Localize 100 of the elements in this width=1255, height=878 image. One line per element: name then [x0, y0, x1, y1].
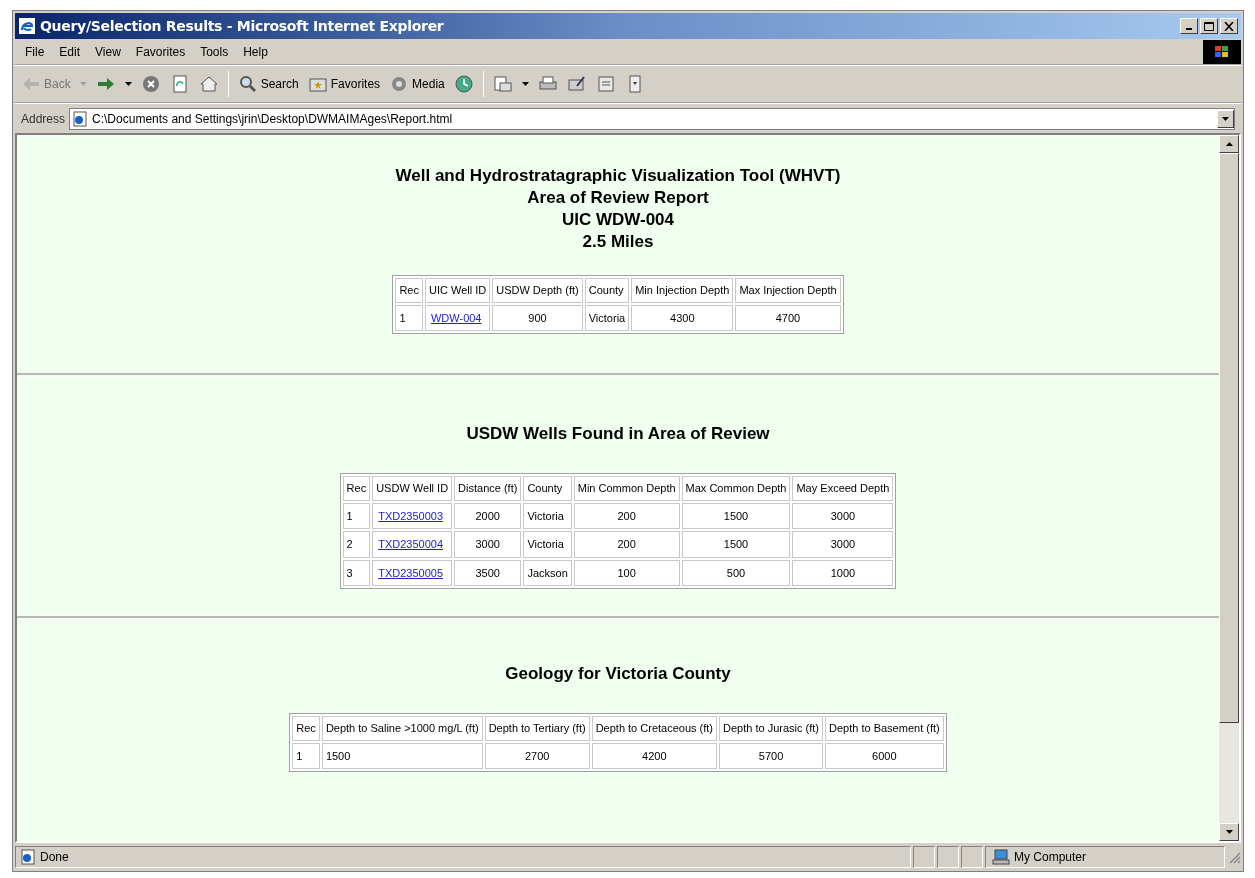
table-cell: Victoria — [523, 502, 572, 529]
table-cell: 200 — [573, 502, 680, 529]
report-heading: USDW Wells Found in Area of Review — [466, 423, 770, 445]
maximize-button[interactable] — [1200, 18, 1218, 34]
column-header: Depth to Tertiary (ft) — [484, 716, 590, 741]
menu-item[interactable]: File — [19, 42, 51, 61]
table-cell: Victoria — [584, 304, 630, 331]
status-pane — [913, 846, 935, 868]
page-icon — [72, 110, 89, 127]
scroll-down-button[interactable] — [1219, 823, 1239, 841]
table-cell: 100 — [573, 559, 680, 586]
minimize-icon — [1186, 28, 1192, 30]
computer-icon — [992, 849, 1010, 865]
zone-text: My Computer — [1014, 849, 1087, 866]
report-heading: 2.5 Miles — [582, 231, 654, 253]
toolbar-button[interactable] — [140, 74, 161, 94]
dropdown-button[interactable] — [1217, 109, 1234, 128]
minimize-button[interactable] — [1180, 18, 1198, 34]
mail-icon — [492, 74, 513, 94]
status-pane — [937, 846, 959, 868]
column-header: County — [523, 476, 572, 501]
column-header: Distance (ft) — [454, 476, 522, 501]
table-cell: 3000 — [792, 502, 894, 529]
address-label: Address — [21, 110, 66, 128]
table-cell: 1000 — [792, 559, 894, 586]
caret-icon — [1222, 116, 1229, 121]
history-icon — [453, 74, 474, 94]
resize-grip-icon — [1227, 850, 1241, 864]
toolbar-button[interactable] — [453, 74, 474, 94]
table-cell: 4700 — [735, 304, 841, 331]
scroll-thumb[interactable] — [1219, 153, 1239, 723]
column-header: Rec — [395, 278, 423, 303]
menu-item[interactable]: Help — [237, 42, 274, 61]
table-cell: 3500 — [454, 559, 522, 586]
toolbar-button[interactable] — [198, 74, 219, 94]
home-icon — [198, 74, 219, 94]
column-header: USDW Well ID — [372, 476, 453, 501]
column-header: Rec — [342, 476, 371, 501]
scrollbar[interactable] — [1219, 135, 1239, 841]
table-cell: 3000 — [792, 531, 894, 558]
search-icon — [237, 74, 258, 94]
column-header: Depth to Jurasic (ft) — [719, 716, 823, 741]
column-header: Max Injection Depth — [735, 278, 841, 303]
table-cell: 2 — [342, 531, 371, 558]
column-header: Depth to Basement (ft) — [825, 716, 944, 741]
toolbar-button[interactable]: Favorites — [307, 74, 381, 94]
table-cell: 200 — [573, 531, 680, 558]
column-header: Min Common Depth — [573, 476, 680, 501]
report-heading: Well and Hydrostratagraphic Visualization Tool (WHVT) — [395, 165, 841, 187]
caret-icon — [1225, 830, 1233, 834]
table-cell: Victoria — [523, 531, 572, 558]
column-header: USDW Depth (ft) — [492, 278, 583, 303]
browser-logo-icon — [18, 17, 36, 35]
column-header: Depth to Cretaceous (ft) — [591, 716, 718, 741]
edit-icon — [566, 74, 587, 94]
table-cell: 2700 — [484, 742, 590, 769]
column-header: May Exceed Depth — [792, 476, 894, 501]
table-cell: 1500 — [681, 502, 791, 529]
windows-flag-icon — [1214, 44, 1230, 59]
column-header: Rec — [292, 716, 320, 741]
caret-icon — [79, 82, 87, 86]
menu-item[interactable]: Favorites — [129, 42, 192, 61]
toolbar-button[interactable]: Search — [237, 74, 299, 94]
column-header: Min Injection Depth — [631, 278, 734, 303]
report-heading: Area of Review Report — [527, 187, 709, 209]
table-cell: 3000 — [454, 531, 522, 558]
page-icon — [20, 849, 36, 865]
table-cell: 1500 — [321, 742, 483, 769]
table-cell: 1 — [342, 502, 371, 529]
column-header: Depth to Saline >1000 mg/L (ft) — [321, 716, 483, 741]
table-cell: Jackson — [523, 559, 572, 586]
menu-item[interactable]: Edit — [53, 42, 87, 61]
table-cell: 4300 — [631, 304, 734, 331]
table-cell: 4200 — [591, 742, 718, 769]
caret-icon — [124, 82, 132, 86]
table-cell: 900 — [492, 304, 583, 331]
maximize-icon — [1204, 21, 1214, 31]
address-field[interactable]: C:\Documents and Settings\jrin\Desktop\DWMAIMAges\Report.html — [69, 107, 1235, 130]
column-header: Max Common Depth — [681, 476, 791, 501]
close-button[interactable] — [1220, 18, 1238, 34]
table-cell: 500 — [681, 559, 791, 586]
toolbar-button[interactable]: Media — [389, 74, 445, 94]
table-cell: 2000 — [454, 502, 522, 529]
menu-item[interactable]: View — [89, 42, 127, 61]
table-cell: 1 — [395, 304, 423, 331]
toolbar-button[interactable] — [566, 74, 587, 94]
table-cell: 1500 — [681, 531, 791, 558]
table-cell: 5700 — [719, 742, 823, 769]
column-header: UIC Well ID — [424, 278, 491, 303]
table-cell: 3 — [342, 559, 371, 586]
up-arrow-icon — [1225, 142, 1233, 146]
scroll-up-button[interactable] — [1219, 135, 1239, 153]
toolbar-button[interactable] — [492, 74, 513, 94]
stop-icon — [140, 74, 161, 94]
table-cell: 1 — [292, 742, 320, 769]
status-pane — [961, 846, 983, 868]
caret-icon — [521, 82, 529, 86]
report-heading: Geology for Victoria County — [505, 663, 731, 685]
menu-item[interactable]: Tools — [194, 42, 235, 61]
status-text: Done — [40, 849, 69, 866]
